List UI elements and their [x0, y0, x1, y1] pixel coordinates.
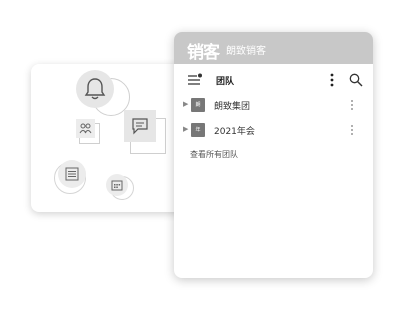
- bell-circle: [76, 70, 114, 108]
- team-panel: 销客 朗致销客 团队 ▶ 朗 朗致集团 ▶ 年 2021年会 查看所有团队: [174, 32, 373, 278]
- menu-button[interactable]: [187, 72, 203, 86]
- group-label: 2021年会: [214, 127, 255, 137]
- chevron-right-icon[interactable]: ▶: [183, 125, 188, 133]
- group-label: 朗致集团: [214, 102, 251, 112]
- calendar-circle: [106, 174, 128, 196]
- chat-tile: [124, 110, 156, 142]
- chevron-right-icon[interactable]: ▶: [183, 100, 188, 108]
- chat-feature: [124, 110, 168, 154]
- list-circle: [58, 160, 86, 188]
- avatar: 朗: [191, 98, 205, 112]
- more-button[interactable]: [328, 72, 336, 87]
- stage: 销客 朗致销客 团队 ▶ 朗 朗致集团 ▶ 年 2021年会 查看所有团队: [0, 0, 406, 312]
- more-icon[interactable]: [350, 124, 354, 136]
- team-icon: [79, 123, 92, 134]
- brand-name: 朗致销客: [226, 46, 266, 57]
- avatar: 年: [191, 123, 205, 137]
- more-icon[interactable]: [350, 99, 354, 111]
- view-all-teams-link[interactable]: 查看所有团队: [190, 149, 238, 160]
- list-item[interactable]: ▶ 年 2021年会: [174, 119, 373, 141]
- calendar-feature: [106, 174, 134, 200]
- bell-icon: [84, 78, 106, 100]
- calendar-icon: [111, 180, 123, 191]
- toolbar: 团队: [174, 64, 373, 94]
- list-item[interactable]: ▶ 朗 朗致集团: [174, 94, 373, 116]
- toolbar-title: 团队: [216, 77, 235, 87]
- search-button[interactable]: [349, 72, 363, 87]
- more-icon: [330, 73, 334, 87]
- app-header: 销客 朗致销客: [174, 32, 373, 64]
- menu-icon: [188, 73, 202, 85]
- search-icon: [349, 73, 363, 87]
- list-feature: [52, 160, 88, 194]
- list-icon: [65, 167, 79, 181]
- team-tile: [76, 119, 95, 138]
- brand-logo: 销客: [187, 43, 220, 63]
- bell-feature: [76, 70, 130, 124]
- team-feature: [76, 119, 100, 144]
- chat-icon: [132, 118, 148, 135]
